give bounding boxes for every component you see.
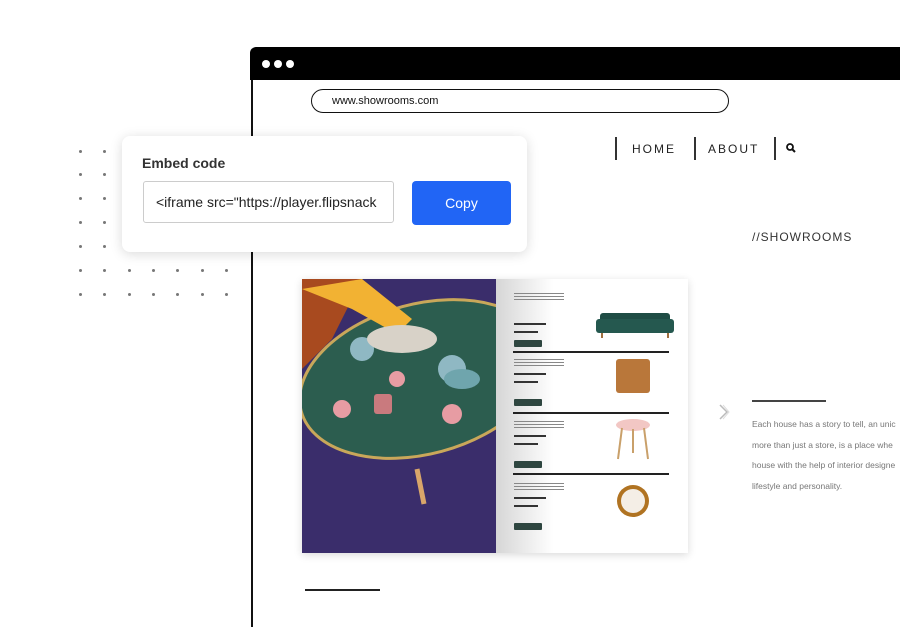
nav-divider [615,137,617,160]
embed-code-card: Embed code <iframe src="https://player.f… [122,136,527,252]
product-text [514,486,564,487]
copy-button[interactable]: Copy [412,181,511,225]
decorative-dot [103,173,107,176]
catalog-left-page-illustration [302,279,496,553]
decorative-dot [127,269,131,272]
address-bar[interactable]: www.showrooms.com [311,89,729,113]
decorative-dot [103,269,107,272]
product-text [514,359,564,360]
flipbook-catalog[interactable] [302,279,688,553]
decorative-dot [79,173,82,176]
decorative-dot [127,293,131,296]
product-text [514,489,564,490]
decorative-dot [79,293,82,296]
product-text [514,483,564,484]
side-table-image [616,419,650,460]
product-price [514,505,538,507]
decorative-dot [79,150,82,153]
mirror-image [617,485,649,517]
product-code [514,435,546,437]
browser-title-bar [250,47,900,80]
description-line: lifestyle and personality. [752,481,843,491]
add-to-cart-button[interactable] [514,340,542,347]
description-line: more than just a store, is a place whe [752,440,893,450]
add-to-cart-button[interactable] [514,523,542,530]
description-line: Each house has a story to tell, an unic [752,419,896,429]
decorative-dot [224,293,228,296]
catalog-divider [513,412,669,414]
product-code [514,373,546,375]
nav-home[interactable]: HOME [632,142,676,156]
catalog-right-page [496,279,688,553]
product-text [514,427,564,428]
catalog-product-sofa [496,285,688,347]
product-text [514,424,564,425]
catalog-product-pillow [496,351,688,413]
product-price [514,443,538,445]
catalog-product-side-table [496,413,688,475]
sofa-image [596,313,674,338]
decorative-dot [224,269,228,272]
add-to-cart-button[interactable] [514,399,542,406]
decorative-dot [200,269,204,272]
product-text [514,299,564,300]
window-dot [286,60,294,68]
decorative-dot [151,293,155,296]
decorative-dot [103,197,107,200]
catalog-divider [513,473,669,475]
product-text [514,293,564,294]
description-text: Each house has a story to tell, an unic … [752,416,896,499]
catalog-product-mirror [496,475,688,537]
description-line: house with the help of interior designe [752,460,896,470]
divider-line [305,589,380,591]
decorative-dot [151,269,155,272]
decorative-dot [79,221,82,224]
embed-code-input[interactable]: <iframe src="https://player.flipsnack [143,181,394,223]
product-code [514,497,546,499]
product-text [514,362,564,363]
decorative-dot [103,293,107,296]
divider-line [752,400,826,402]
nav-divider [694,137,696,160]
product-price [514,381,538,383]
product-text [514,296,564,297]
product-code [514,323,546,325]
product-text [514,365,564,366]
section-title: //SHOWROOMS [752,230,853,244]
window-dot [274,60,282,68]
product-text [514,421,564,422]
decorative-dot [79,245,82,248]
decorative-dot [200,293,204,296]
window-dot [262,60,270,68]
search-icon[interactable] [786,143,796,153]
decorative-dot [103,150,107,153]
chevron-right-icon[interactable] [718,404,730,420]
decorative-dot [103,221,107,224]
embed-card-title: Embed code [142,155,226,171]
decorative-dot [79,269,82,272]
nav-about[interactable]: ABOUT [708,142,759,156]
catalog-divider [513,351,669,353]
pillow-image [616,359,650,393]
product-price [514,331,538,333]
decorative-dot [176,293,180,296]
nav-divider [774,137,776,160]
decorative-dot [103,245,107,248]
decorative-dot [176,269,180,272]
add-to-cart-button[interactable] [514,461,542,468]
decorative-dot [79,197,82,200]
